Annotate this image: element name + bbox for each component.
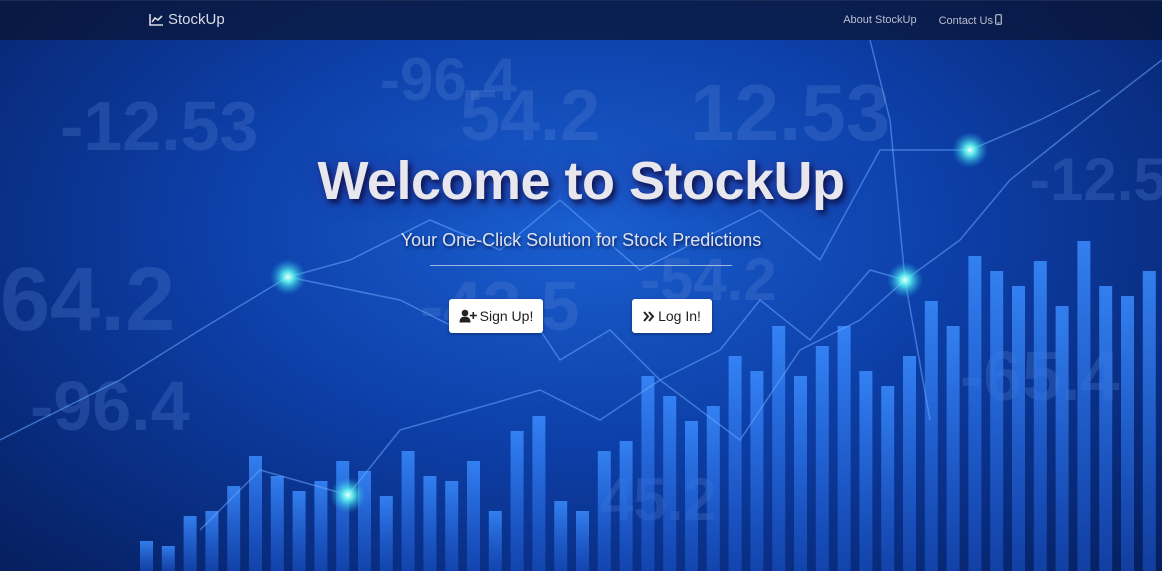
navbar: StockUp About StockUp Contact Us xyxy=(0,0,1162,40)
background-bar xyxy=(314,481,328,571)
background-bar xyxy=(946,326,960,571)
background-bar xyxy=(1121,296,1134,571)
hero-section: -12.5354.212.53-96.464.2-42.5-54.2-96.4-… xyxy=(0,0,1162,571)
background-bar xyxy=(794,376,807,571)
background-bar xyxy=(554,501,568,571)
signup-label: Sign Up! xyxy=(479,308,534,324)
background-bar xyxy=(597,451,611,571)
user-plus-icon xyxy=(459,309,477,323)
background-bar xyxy=(183,516,197,571)
background-number: -96.4 xyxy=(30,367,190,445)
nav-contact-label: Contact Us xyxy=(938,15,993,27)
background-bar xyxy=(990,271,1004,571)
background-bar xyxy=(728,356,742,571)
background-bar xyxy=(1033,261,1047,571)
background-stock-graphic: -12.5354.212.53-96.464.2-42.5-54.2-96.4-… xyxy=(0,39,1162,571)
background-bar xyxy=(292,491,306,571)
background-bar xyxy=(401,451,415,571)
login-label: Log In! xyxy=(658,308,701,324)
background-bar xyxy=(445,481,459,571)
nav-contact-link[interactable]: Contact Us xyxy=(939,14,1002,28)
nav-about-link[interactable]: About StockUp xyxy=(843,14,916,28)
page-subtitle: Your One-Click Solution for Stock Predic… xyxy=(400,230,762,250)
background-bar xyxy=(706,406,720,571)
background-bar xyxy=(576,511,589,571)
double-chevron-right-icon xyxy=(643,310,655,322)
background-bar xyxy=(772,326,786,571)
background-bar xyxy=(685,421,698,571)
background-number: 12.53 xyxy=(690,68,890,157)
background-number: 45.2 xyxy=(600,466,717,533)
background-bar xyxy=(663,396,677,571)
background-bar xyxy=(1142,271,1156,571)
background-bar xyxy=(903,356,916,571)
background-bar xyxy=(488,511,502,571)
background-bar xyxy=(467,461,480,571)
background-bar xyxy=(379,496,393,571)
background-bar xyxy=(270,476,284,571)
background-bar xyxy=(532,416,546,571)
login-button[interactable]: Log In! xyxy=(632,299,712,333)
background-bar xyxy=(619,441,633,571)
background-bar xyxy=(815,346,829,571)
page-title: Welcome to StockUp xyxy=(317,151,845,211)
background-number: -96.4 xyxy=(380,46,517,113)
background-bar xyxy=(227,486,241,571)
brand-link[interactable]: StockUp xyxy=(149,11,225,28)
line-chart-icon xyxy=(149,13,164,26)
background-bar xyxy=(881,386,895,571)
background-bar xyxy=(161,546,175,571)
signup-button[interactable]: Sign Up! xyxy=(449,299,543,333)
background-bar xyxy=(1055,306,1069,571)
background-bar xyxy=(859,371,873,571)
background-bar xyxy=(205,511,219,571)
mobile-phone-icon xyxy=(995,14,1002,28)
divider xyxy=(430,265,732,266)
background-bar xyxy=(924,301,938,571)
brand-label: StockUp xyxy=(168,11,225,28)
background-bar xyxy=(1077,241,1091,571)
background-bar xyxy=(968,256,982,571)
background-bar xyxy=(249,456,262,571)
background-bar xyxy=(750,371,764,571)
background-bar xyxy=(423,476,437,571)
background-number: 64.2 xyxy=(0,250,175,350)
background-bar xyxy=(1099,286,1113,571)
background-bar xyxy=(641,376,655,571)
background-bar xyxy=(510,431,524,571)
background-bar xyxy=(1012,286,1025,571)
background-bar xyxy=(140,541,153,571)
nav-links: About StockUp Contact Us xyxy=(843,14,1002,28)
background-bar xyxy=(837,326,851,571)
